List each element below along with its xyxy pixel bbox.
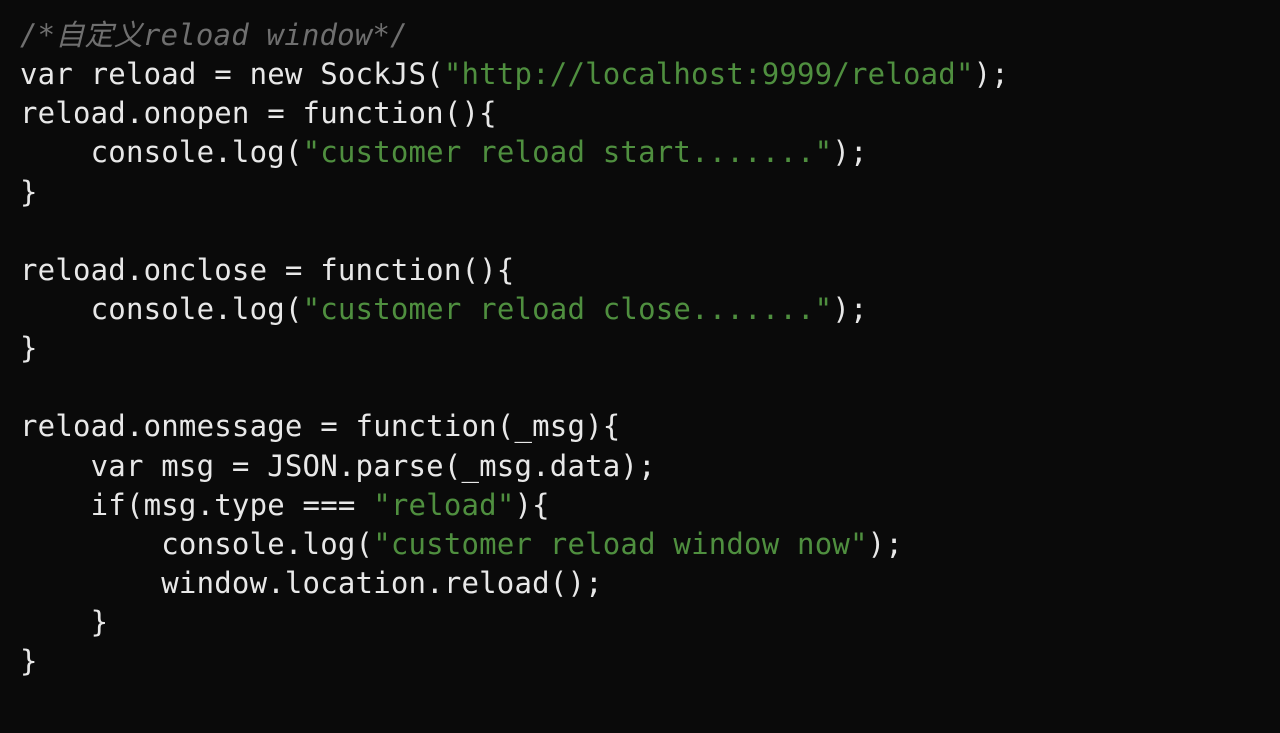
code-string: "customer reload close......." [303,292,833,326]
code-string: "http://localhost:9999/reload" [444,57,974,91]
code-line: if(msg.type === [20,488,373,522]
code-line: } [20,644,38,678]
code-line: reload.onopen = function(){ [20,96,497,130]
code-line: } [20,605,108,639]
code-text: ); [832,292,867,326]
code-block: /*自定义reload window*/ var reload = new So… [0,0,1280,697]
code-string: "customer reload window now" [373,527,867,561]
code-line: console.log( [20,527,373,561]
code-line: var msg = JSON.parse(_msg.data); [20,449,656,483]
code-string: "customer reload start......." [303,135,833,169]
code-text: ); [832,135,867,169]
code-line: reload.onmessage = function(_msg){ [20,409,620,443]
code-line: window.location.reload(); [20,566,603,600]
code-line: console.log( [20,292,303,326]
code-line: } [20,175,38,209]
code-line: } [20,331,38,365]
code-text: ){ [514,488,549,522]
code-line: console.log( [20,135,303,169]
code-text: ); [868,527,903,561]
code-string: "reload" [373,488,514,522]
code-line: reload.onclose = function(){ [20,253,514,287]
code-comment: /*自定义reload window*/ [20,18,408,52]
code-line: var reload = new SockJS( [20,57,444,91]
code-text: ); [974,57,1009,91]
